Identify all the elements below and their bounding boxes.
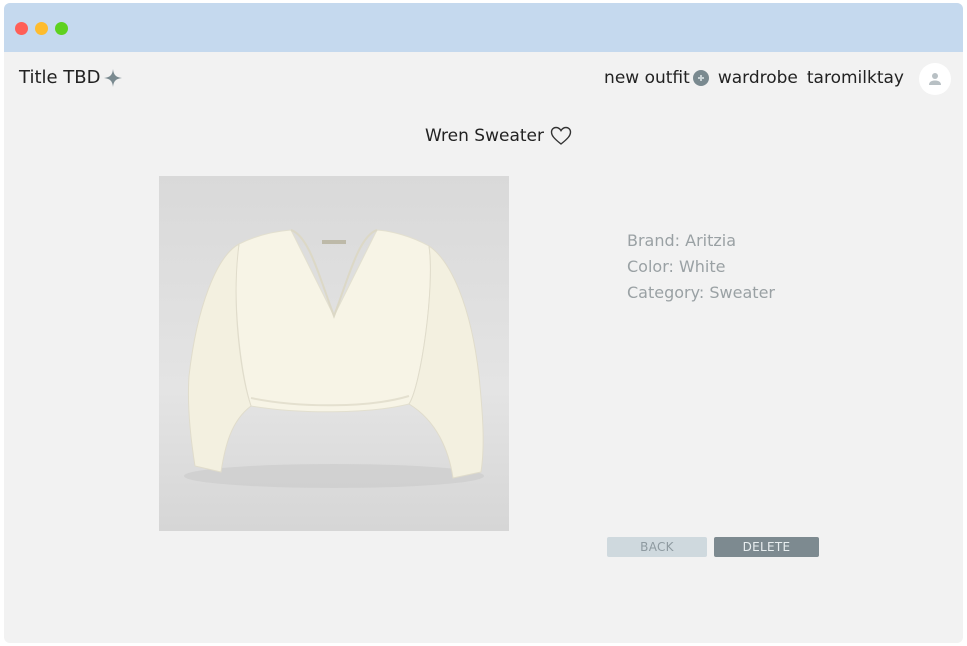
back-button[interactable]: BACK: [607, 537, 707, 557]
title-bar: [4, 3, 963, 52]
item-title: Wren Sweater: [425, 126, 544, 146]
minimize-window-button[interactable]: [35, 22, 48, 35]
sweater-image: [184, 229, 484, 488]
category-detail: Category: Sweater: [627, 283, 775, 302]
color-detail: Color: White: [627, 257, 726, 276]
plus-circle-icon[interactable]: [692, 70, 709, 86]
app-window: Title TBD new outfit wardrobe taromilkta…: [4, 3, 963, 643]
item-photo: [159, 176, 509, 531]
top-nav: new outfit wardrobe taromilktay: [604, 68, 904, 88]
close-window-button[interactable]: [15, 22, 28, 35]
delete-button[interactable]: DELETE: [714, 537, 819, 557]
app-logo[interactable]: Title TBD: [19, 67, 123, 88]
new-outfit-link[interactable]: new outfit: [604, 68, 690, 88]
wardrobe-link[interactable]: wardrobe: [718, 68, 798, 88]
brand-detail: Brand: Aritzia: [627, 231, 737, 250]
app-name: Title TBD: [19, 67, 101, 88]
sparkle-icon: [103, 68, 122, 87]
item-header: Wren Sweater: [425, 126, 572, 146]
user-icon: [929, 73, 941, 85]
avatar[interactable]: [919, 63, 951, 95]
maximize-window-button[interactable]: [55, 22, 68, 35]
username-link[interactable]: taromilktay: [807, 68, 904, 88]
item-details: Brand: Aritzia Color: White Category: Sw…: [627, 228, 775, 306]
heart-icon[interactable]: [550, 126, 572, 146]
